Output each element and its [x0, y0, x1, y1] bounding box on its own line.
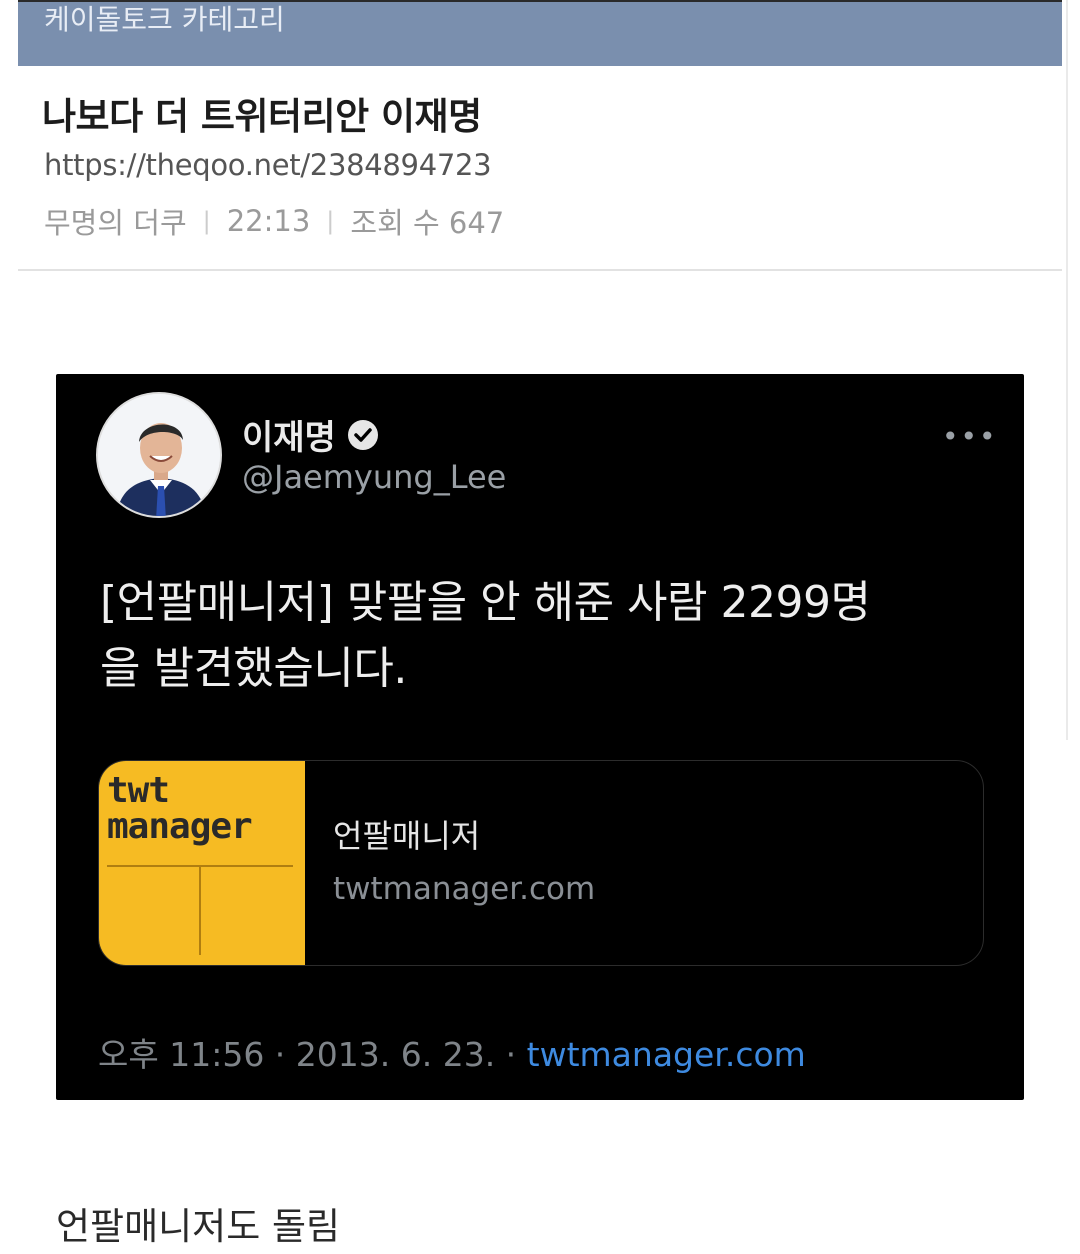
link-preview-card[interactable]: twt manager 언팔매니저 twtmanager.com: [98, 760, 984, 966]
tweet-text-line2: 을 발견했습니다.: [100, 643, 407, 694]
category-label[interactable]: 케이돌토크 카테고리: [44, 2, 285, 38]
meta-separator: |: [202, 207, 211, 235]
post-caption: 언팔매니저도 돌림: [56, 1205, 341, 1248]
tweet-text-line1: [언팔매니저] 맞팔을 안 해준 사람 2299명: [100, 577, 871, 628]
post-url[interactable]: https://theqoo.net/2384894723: [44, 148, 492, 182]
scrollbar-track: [1066, 0, 1068, 740]
tweet-source-link[interactable]: twtmanager.com: [527, 1035, 806, 1074]
more-dots-icon[interactable]: •••: [942, 420, 998, 453]
avatar[interactable]: [96, 392, 222, 518]
post-meta: 무명의 더쿠 | 22:13 | 조회 수 647: [44, 200, 504, 242]
tweet-text: [언팔매니저] 맞팔을 안 해준 사람 2299명 을 발견했습니다.: [100, 570, 980, 702]
tweet-timestamp: 오후 11:56 · 2013. 6. 23. · twtmanager.com: [98, 1028, 806, 1076]
post-time: 22:13: [226, 204, 311, 238]
logo-text: twt manager: [107, 770, 253, 847]
tweet-time: 오후 11:56 · 2013. 6. 23. ·: [98, 1035, 527, 1074]
verified-badge-icon: [346, 418, 380, 452]
meta-separator: |: [326, 207, 335, 235]
tweet-screenshot: 이재명 @Jaemyung_Lee ••• [언팔매니저] 맞팔을 안 해준 사…: [56, 374, 1024, 1100]
twtmanager-logo: twt manager: [99, 761, 305, 965]
category-bar[interactable]: 케이돌토크 카테고리: [18, 0, 1062, 66]
card-domain: twtmanager.com: [333, 871, 596, 907]
tweet-author-name[interactable]: 이재명: [242, 410, 336, 459]
logo-line: [199, 867, 201, 955]
post-title: 나보다 더 트위터리안 이재명: [42, 95, 482, 138]
card-title: 언팔매니저: [333, 817, 481, 855]
post-views: 조회 수 647: [350, 206, 505, 240]
header-divider: [18, 269, 1062, 271]
tweet-handle[interactable]: @Jaemyung_Lee: [242, 458, 506, 496]
post-author: 무명의 더쿠: [44, 206, 187, 240]
